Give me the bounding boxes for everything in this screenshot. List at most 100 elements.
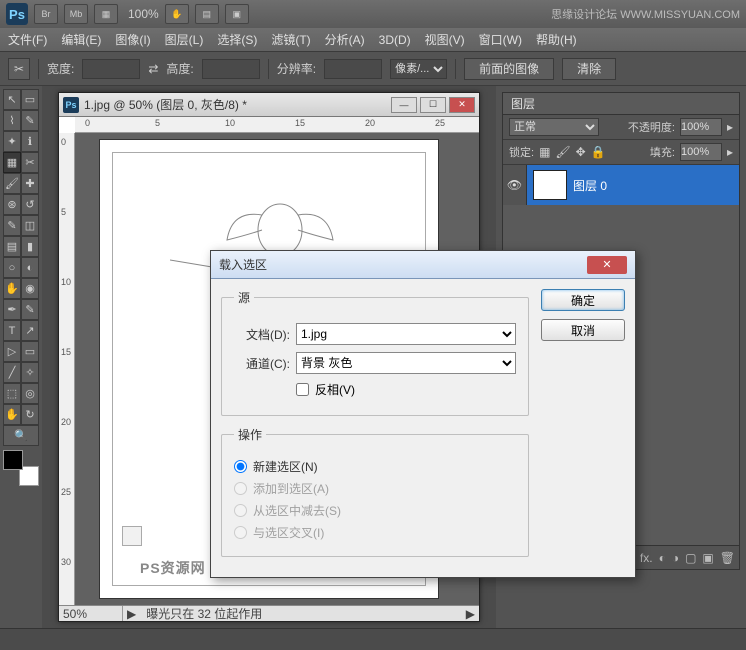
arrow-icon[interactable]: ▶ bbox=[462, 607, 479, 621]
wand-tool[interactable]: ✦ bbox=[3, 131, 21, 152]
rotate-view-tool[interactable]: ↻ bbox=[21, 404, 39, 425]
menu-file[interactable]: 文件(F) bbox=[8, 31, 47, 48]
width-input[interactable] bbox=[82, 59, 140, 79]
hand-tool[interactable]: ✋ bbox=[3, 404, 21, 425]
3d-tool[interactable]: ⬚ bbox=[3, 383, 21, 404]
screen-mode-button[interactable]: ▣ bbox=[225, 4, 249, 24]
trash-icon[interactable]: 🗑 bbox=[720, 551, 735, 565]
menu-help[interactable]: 帮助(H) bbox=[536, 31, 577, 48]
menu-analysis[interactable]: 分析(A) bbox=[325, 31, 365, 48]
lock-brush-icon[interactable]: 🖌 bbox=[555, 145, 570, 159]
adjustment-icon[interactable]: ◑ bbox=[672, 551, 679, 565]
source-legend: 源 bbox=[234, 289, 254, 306]
arrow-icon[interactable]: ▸ bbox=[727, 120, 733, 134]
op-new-radio[interactable] bbox=[234, 460, 247, 473]
lock-all-icon[interactable]: 🔒 bbox=[591, 145, 606, 159]
bridge-button[interactable]: Br bbox=[34, 4, 58, 24]
menu-window[interactable]: 窗口(W) bbox=[479, 31, 522, 48]
brush-tool[interactable]: 🖌 bbox=[3, 173, 21, 194]
quick-select-tool[interactable]: ✎ bbox=[21, 110, 39, 131]
dodge-tool[interactable]: ◐ bbox=[21, 257, 39, 278]
layer-name[interactable]: 图层 0 bbox=[573, 177, 607, 194]
custom-shape-tool[interactable]: ✧ bbox=[21, 362, 39, 383]
maximize-button[interactable]: ☐ bbox=[420, 97, 446, 113]
swap-icon[interactable]: ⇄ bbox=[148, 62, 158, 76]
lock-move-icon[interactable]: ✥ bbox=[576, 145, 586, 159]
arrow-icon[interactable]: ▶ bbox=[123, 607, 140, 621]
healing-tool[interactable]: ✚ bbox=[21, 173, 39, 194]
ok-button[interactable]: 确定 bbox=[541, 289, 625, 311]
menu-layer[interactable]: 图层(L) bbox=[165, 31, 204, 48]
burn-tool[interactable]: ✋ bbox=[3, 278, 21, 299]
crop-tool-icon[interactable]: ✂ bbox=[8, 58, 30, 80]
layer-item[interactable]: 👁 图层 0 bbox=[503, 165, 739, 205]
pencil-tool[interactable]: ✎ bbox=[3, 215, 21, 236]
crop-tool[interactable]: ▦ bbox=[3, 152, 21, 173]
menu-edit[interactable]: 编辑(E) bbox=[61, 31, 101, 48]
eyedropper-tool[interactable]: ℹ bbox=[21, 131, 39, 152]
bucket-tool[interactable]: ▮ bbox=[21, 236, 39, 257]
fx-icon[interactable]: fx. bbox=[640, 551, 653, 565]
blur-tool[interactable]: ○ bbox=[3, 257, 21, 278]
invert-checkbox[interactable] bbox=[296, 383, 309, 396]
move-tool[interactable]: ↖ bbox=[3, 89, 21, 110]
history-brush-tool[interactable]: ↺ bbox=[21, 194, 39, 215]
menu-filter[interactable]: 滤镜(T) bbox=[271, 31, 310, 48]
lasso-tool[interactable]: ⌇ bbox=[3, 110, 21, 131]
line-tool[interactable]: ╱ bbox=[3, 362, 21, 383]
dialog-titlebar[interactable]: 载入选区 ✕ bbox=[211, 251, 635, 279]
3d-camera-tool[interactable]: ◎ bbox=[21, 383, 39, 404]
doc-status-text: 曝光只在 32 位起作用 bbox=[140, 605, 462, 622]
minibridge-button[interactable]: Mb bbox=[64, 4, 88, 24]
blend-mode-select[interactable]: 正常 bbox=[509, 118, 599, 136]
document-select[interactable]: 1.jpg bbox=[296, 323, 516, 345]
menu-3d[interactable]: 3D(D) bbox=[379, 33, 411, 47]
folder-icon[interactable]: ▢ bbox=[685, 551, 696, 565]
height-input[interactable] bbox=[202, 59, 260, 79]
menu-select[interactable]: 选择(S) bbox=[217, 31, 257, 48]
resolution-input[interactable] bbox=[324, 59, 382, 79]
fill-input[interactable] bbox=[680, 143, 722, 161]
hand-tool-button[interactable]: ✋ bbox=[165, 4, 189, 24]
operation-legend: 操作 bbox=[234, 426, 266, 443]
opacity-input[interactable] bbox=[680, 118, 722, 136]
close-button[interactable]: ✕ bbox=[449, 97, 475, 113]
source-fieldset: 源 文档(D): 1.jpg 通道(C): 背景 灰色 反相(V) bbox=[221, 289, 529, 416]
dialog-close-button[interactable]: ✕ bbox=[587, 256, 627, 274]
zoom-tool[interactable]: 🔍 bbox=[3, 425, 39, 446]
sponge-tool[interactable]: ◉ bbox=[21, 278, 39, 299]
minimize-button[interactable]: — bbox=[391, 97, 417, 113]
view-extras-button[interactable]: ▦ bbox=[94, 4, 118, 24]
arrange-button[interactable]: ▤ bbox=[195, 4, 219, 24]
type-tool[interactable]: T bbox=[3, 320, 21, 341]
document-titlebar[interactable]: Ps 1.jpg @ 50% (图层 0, 灰色/8) * — ☐ ✕ bbox=[59, 93, 479, 117]
channel-label: 通道(C): bbox=[234, 355, 290, 372]
eraser-tool[interactable]: ◫ bbox=[21, 215, 39, 236]
clear-button[interactable]: 清除 bbox=[562, 58, 616, 80]
doc-zoom[interactable]: 50% bbox=[59, 606, 123, 621]
unit-select[interactable]: 像素/... bbox=[390, 59, 447, 79]
stamp-tool[interactable]: ⊛ bbox=[3, 194, 21, 215]
shape-tool[interactable]: ▭ bbox=[21, 341, 39, 362]
gradient-tool[interactable]: ▤ bbox=[3, 236, 21, 257]
channel-select[interactable]: 背景 灰色 bbox=[296, 352, 516, 374]
menu-view[interactable]: 视图(V) bbox=[425, 31, 465, 48]
lock-transparent-icon[interactable]: ▦ bbox=[539, 145, 550, 159]
slice-tool[interactable]: ✂ bbox=[21, 152, 39, 173]
menu-image[interactable]: 图像(I) bbox=[115, 31, 150, 48]
pen-tool[interactable]: ✒ bbox=[3, 299, 21, 320]
front-image-button[interactable]: 前面的图像 bbox=[464, 58, 554, 80]
new-layer-icon[interactable]: ▣ bbox=[702, 551, 713, 565]
color-swatch[interactable] bbox=[3, 450, 39, 486]
marquee-tool[interactable]: ▭ bbox=[21, 89, 39, 110]
mask-icon[interactable]: ◐ bbox=[659, 551, 666, 565]
layer-thumbnail[interactable] bbox=[533, 170, 567, 200]
path-select-tool[interactable]: ↗ bbox=[21, 320, 39, 341]
arrow-icon[interactable]: ▸ bbox=[727, 145, 733, 159]
zoom-level[interactable]: 100% bbox=[128, 7, 159, 21]
visibility-icon[interactable]: 👁 bbox=[503, 165, 527, 205]
layers-tab[interactable]: 图层 bbox=[503, 93, 739, 115]
cancel-button[interactable]: 取消 bbox=[541, 319, 625, 341]
direct-select-tool[interactable]: ▷ bbox=[3, 341, 21, 362]
freeform-pen-tool[interactable]: ✎ bbox=[21, 299, 39, 320]
